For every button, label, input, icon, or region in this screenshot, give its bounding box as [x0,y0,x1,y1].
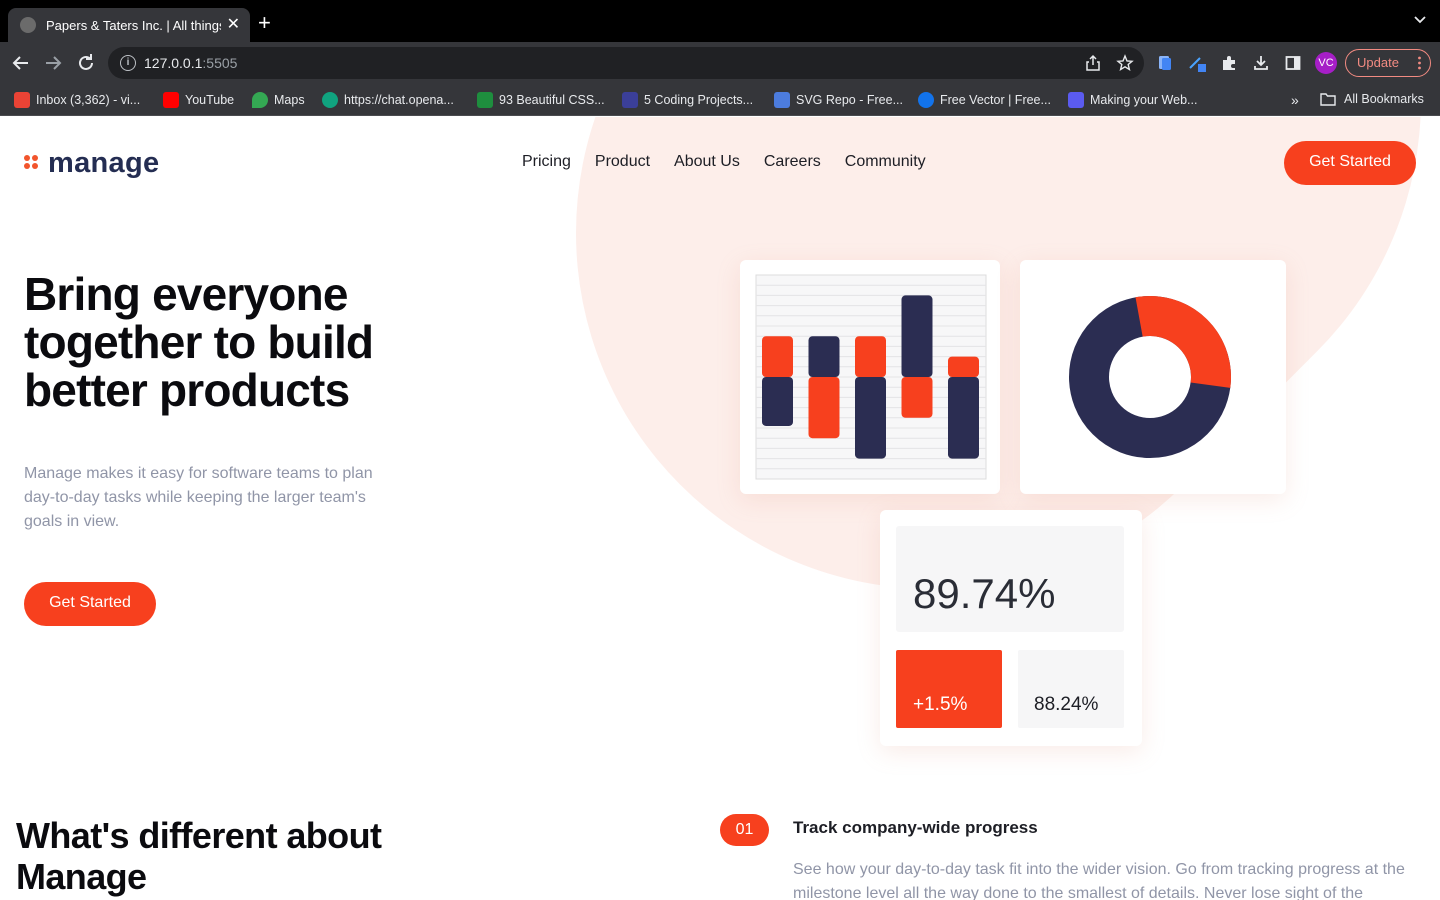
chart-bar [808,336,840,377]
bookmark-label: Making your Web... [1090,93,1198,107]
bookmark-label: Free Vector | Free... [940,93,1051,107]
bookmark-label: Maps [274,93,305,107]
puzzle-icon[interactable] [1220,54,1238,72]
hero-title: Bring everyone together to build better … [24,268,374,416]
update-button[interactable]: Update [1345,49,1431,77]
chart-bar [948,356,979,377]
gmail-icon [14,92,30,108]
browser-tab-active[interactable]: Papers & Taters Inc. | All things ✕ [8,8,250,42]
hero-get-started-button[interactable]: Get Started [24,582,156,626]
logo[interactable]: manage [24,147,159,180]
nav-link-pricing[interactable]: Pricing [522,153,571,171]
bookmark-item[interactable]: Free Vector | Free... [918,92,1051,108]
feature-number-badge: 01 [720,814,769,846]
stat-main-box: 89.74% [896,526,1124,632]
url-host: 127.0.0.1 [144,55,203,71]
star-icon[interactable] [1116,54,1134,72]
side-panel-icon[interactable] [1284,54,1302,72]
bookmark-label: 93 Beautiful CSS... [499,93,605,107]
feature-description: See how your day-to-day task fit into th… [793,861,1405,900]
donut-chart-card [1020,260,1286,494]
chart-bar [948,377,979,459]
chart-bar [808,377,840,439]
chart-bar [855,336,886,377]
bookmark-item[interactable]: YouTube [163,92,234,108]
angular-icon [622,92,638,108]
stat-secondary-box: 88.24% [1018,650,1124,728]
forward-arrow-icon[interactable] [42,52,64,74]
nav-link-about-us[interactable]: About Us [674,153,740,171]
hero-subtitle: Manage makes it easy for software teams … [24,465,373,530]
chevron-down-icon[interactable] [1414,14,1426,26]
bookmark-item[interactable]: https://chat.opena... [322,92,454,108]
browser-tab-strip: Papers & Taters Inc. | All things ✕ + [0,0,1440,42]
bookmark-item[interactable]: Maps [252,92,305,108]
nav-link-community[interactable]: Community [845,153,926,171]
docs-extension-icon[interactable] [1156,54,1174,72]
url-port: :5505 [202,55,238,71]
site-info-icon[interactable]: i [120,55,136,71]
folder-icon [1320,93,1336,106]
new-tab-icon[interactable]: + [258,12,271,34]
stat-change-value: +1.5% [913,694,968,715]
stat-change-box: +1.5% [896,650,1002,728]
chart-bar [901,377,933,418]
css-icon [477,92,493,108]
bookmark-label: 5 Coding Projects... [644,93,754,107]
all-bookmarks-label: All Bookmarks [1344,92,1424,106]
bar-chart-card [740,260,1000,494]
web-icon [1068,92,1084,108]
donut-segment-orange [1135,296,1231,388]
back-arrow-icon[interactable] [10,52,32,74]
reload-icon[interactable] [75,52,97,74]
donut-chart [1069,296,1231,458]
tab-title: Papers & Taters Inc. | All things [46,17,221,33]
bookmark-label: https://chat.opena... [344,93,454,107]
nav-link-careers[interactable]: Careers [764,153,821,171]
share-icon[interactable] [1084,54,1102,72]
bookmark-label: YouTube [185,93,235,107]
feature-title: Track company-wide progress [793,818,1038,837]
features-heading: What's different about Manage [16,815,382,897]
globe-icon [20,17,36,33]
download-icon[interactable] [1252,54,1270,72]
bookmark-item[interactable]: 5 Coding Projects... [622,92,753,108]
chart-bar [855,377,886,459]
more-vert-icon [1418,56,1421,70]
extensions-area [1156,54,1302,72]
logo-text: manage [48,147,160,179]
bookmark-label: Inbox (3,362) - vi... [36,93,141,107]
bookmark-item[interactable]: SVG Repo - Free... [774,92,903,108]
main-nav: Pricing Product About Us Careers Communi… [522,153,926,171]
bookmarks-bar: Inbox (3,362) - vi... YouTube Maps https… [0,84,1440,116]
address-bar[interactable]: i 127.0.0.1:5505 [108,47,1144,79]
update-label: Update [1357,55,1399,70]
maps-icon [252,92,268,108]
stats-card: 89.74% +1.5% 88.24% [880,510,1142,746]
logo-dots-icon [24,154,42,173]
stat-secondary-value: 88.24% [1034,694,1099,715]
bookmark-label: SVG Repo - Free... [796,93,903,107]
translate-extension-icon[interactable] [1188,54,1206,72]
nav-link-product[interactable]: Product [595,153,650,171]
all-bookmarks-button[interactable]: All Bookmarks [1320,92,1424,106]
svgrepo-icon [774,92,790,108]
bookmark-item[interactable]: Making your Web... [1068,92,1197,108]
bookmark-item[interactable]: Inbox (3,362) - vi... [14,92,140,108]
header-get-started-button[interactable]: Get Started [1284,141,1416,185]
bookmark-item[interactable]: 93 Beautiful CSS... [477,92,605,108]
chart-bar [901,295,933,377]
bar-chart [755,274,987,480]
close-icon[interactable]: ✕ [227,17,240,33]
stat-main-value: 89.74% [913,570,1056,617]
chart-bar [762,377,793,426]
freepik-icon [918,92,934,108]
web-page: manage Pricing Product About Us Careers … [0,117,1440,900]
openai-icon [322,92,338,108]
more-bookmarks-icon[interactable]: » [1291,92,1299,108]
youtube-icon [163,92,179,108]
profile-avatar[interactable]: VC [1315,52,1337,74]
browser-toolbar: i 127.0.0.1:5505 VC Update [0,42,1440,84]
chart-bar [762,336,793,377]
